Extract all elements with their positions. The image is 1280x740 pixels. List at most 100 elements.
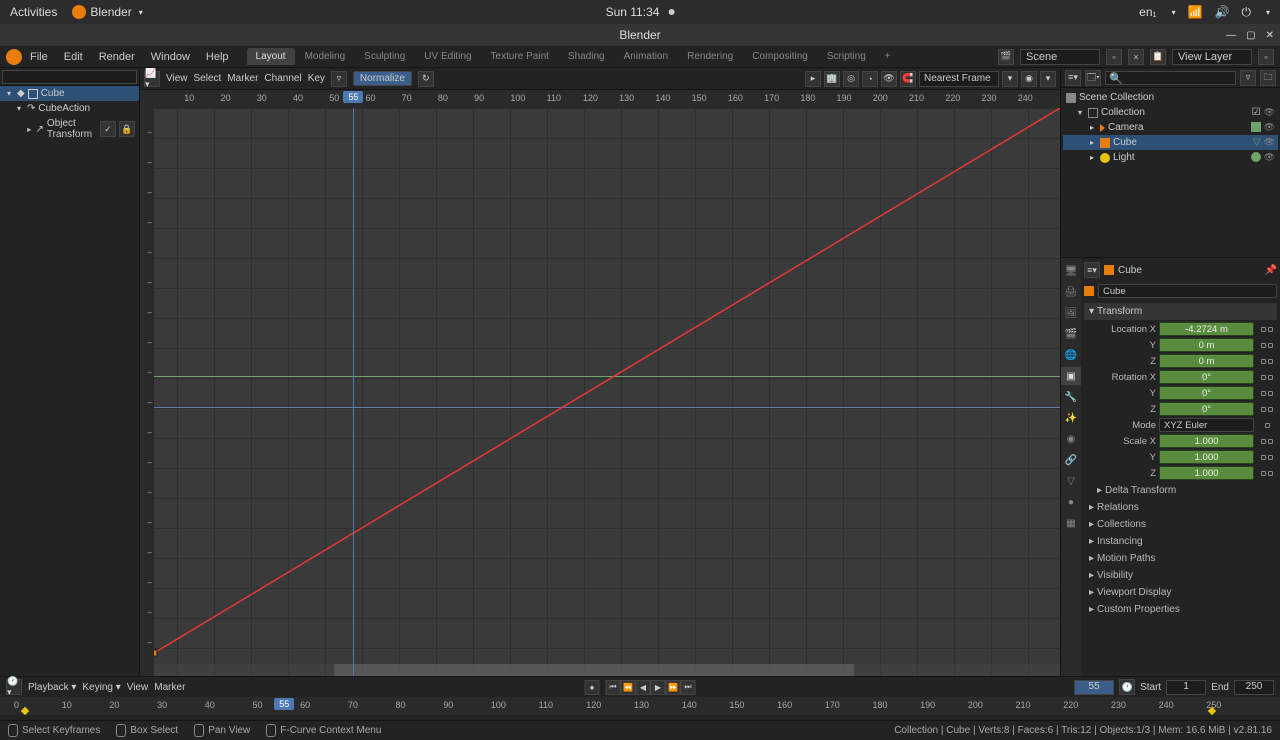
playhead-line[interactable] — [353, 108, 354, 676]
panel-collections[interactable]: ▸Collections — [1084, 516, 1277, 533]
tab-compositing[interactable]: Compositing — [743, 48, 817, 65]
outl-collection[interactable]: ▾Collection ☑👁 — [1063, 105, 1278, 120]
rotation-x-field[interactable]: 0° — [1159, 370, 1254, 384]
rotation-mode-dropdown[interactable]: XYZ Euler — [1159, 418, 1254, 432]
autokey-button[interactable]: ● — [585, 680, 600, 695]
network-icon[interactable]: 📶 — [1188, 5, 1203, 19]
outl-scene-collection[interactable]: Scene Collection — [1063, 90, 1278, 105]
minimize-button[interactable]: — — [1226, 30, 1236, 41]
clock[interactable]: Sun 11:34 — [606, 5, 675, 19]
rotation-z-field[interactable]: 0° — [1159, 402, 1254, 416]
activities-button[interactable]: Activities — [10, 5, 57, 19]
jump-end-button[interactable]: ⏭ — [681, 680, 696, 695]
prop-tab-world[interactable]: 🌐 — [1061, 346, 1081, 364]
proportional-edit-icon[interactable]: ◉ — [1021, 71, 1037, 87]
tab-layout[interactable]: Layout — [247, 48, 295, 65]
tab-uvediting[interactable]: UV Editing — [415, 48, 480, 65]
close-button[interactable]: ✕ — [1266, 30, 1274, 41]
location-y-field[interactable]: 0 m — [1159, 338, 1254, 352]
tab-rendering[interactable]: Rendering — [678, 48, 742, 65]
timeline-keying[interactable]: Keying ▾ — [82, 682, 120, 693]
panel-relations[interactable]: ▸Relations — [1084, 499, 1277, 516]
auto-normalize-button[interactable]: ↻ — [418, 71, 434, 87]
menu-file[interactable]: File — [22, 51, 56, 63]
prop-tab-particle[interactable]: ✨ — [1061, 409, 1081, 427]
play-reverse-button[interactable]: ◀ — [636, 680, 651, 695]
snap-toggle[interactable]: 🧲 — [900, 71, 916, 87]
menu-help[interactable]: Help — [198, 51, 237, 63]
graph-menu-marker[interactable]: Marker — [227, 73, 258, 84]
tab-sculpting[interactable]: Sculpting — [355, 48, 414, 65]
channel-search-input[interactable] — [2, 70, 137, 84]
prop-tab-scene[interactable]: 🎬 — [1061, 325, 1081, 343]
power-icon[interactable]: ⏻ — [1241, 5, 1251, 20]
timeline-view[interactable]: View — [127, 682, 149, 693]
panel-instancing[interactable]: ▸Instancing — [1084, 533, 1277, 550]
channel-action[interactable]: ▾↷ CubeAction — [0, 101, 139, 116]
channel-mute-button[interactable]: ✓ — [100, 121, 116, 137]
graph-menu-view[interactable]: View — [166, 73, 188, 84]
snap-auto-button[interactable]: ▾ — [1002, 71, 1018, 87]
scale-y-field[interactable]: 1.000 — [1159, 450, 1254, 464]
jump-prev-key-button[interactable]: ⏪ — [621, 680, 636, 695]
outliner-display-icon[interactable]: 🗔▾ — [1085, 70, 1101, 86]
jump-next-key-button[interactable]: ⏩ — [666, 680, 681, 695]
viewlayer-new-button[interactable]: ▫ — [1258, 49, 1274, 65]
panel-visibility[interactable]: ▸Visibility — [1084, 567, 1277, 584]
tab-animation[interactable]: Animation — [615, 48, 677, 65]
prop-tab-data[interactable]: ▽ — [1061, 472, 1081, 490]
prop-tab-viewlayer[interactable]: 🖼 — [1061, 304, 1081, 322]
scene-browse-icon[interactable]: 🎬 — [998, 49, 1014, 65]
start-frame-field[interactable]: 1 — [1166, 680, 1206, 695]
prop-tab-render[interactable]: 🖥 — [1061, 262, 1081, 280]
panel-transform[interactable]: ▾Transform — [1084, 303, 1277, 320]
panel-motion-paths[interactable]: ▸Motion Paths — [1084, 550, 1277, 567]
filter-icon[interactable]: ▿ — [331, 71, 347, 87]
scroll-handle[interactable] — [334, 664, 854, 676]
timeline-playback[interactable]: Playback ▾ — [28, 682, 76, 693]
play-button[interactable]: ▶ — [651, 680, 666, 695]
tab-add[interactable]: + — [876, 48, 900, 65]
panel-delta-transform[interactable]: ▸Delta Transform — [1084, 482, 1277, 499]
prop-tab-physics[interactable]: ◉ — [1061, 430, 1081, 448]
end-frame-field[interactable]: 250 — [1234, 680, 1274, 695]
graph-menu-channel[interactable]: Channel — [264, 73, 301, 84]
volume-icon[interactable]: 🔊 — [1215, 5, 1230, 19]
current-frame-marker[interactable]: 55 — [343, 91, 363, 103]
snap-icon[interactable]: 🏢 — [824, 71, 840, 87]
viewlayer-browse-icon[interactable]: 📋 — [1150, 49, 1166, 65]
menu-edit[interactable]: Edit — [56, 51, 91, 63]
falloff-icon[interactable]: ▾ — [1040, 71, 1056, 87]
rotation-y-field[interactable]: 0° — [1159, 386, 1254, 400]
prop-breadcrumb[interactable]: Cube — [1118, 265, 1142, 276]
pivot-icon[interactable]: ▸ — [805, 71, 821, 87]
maximize-button[interactable]: ▢ — [1246, 30, 1255, 41]
show-hidden-icon[interactable]: 👁 — [881, 71, 897, 87]
viewlayer-field[interactable]: View Layer — [1172, 49, 1252, 65]
menu-window[interactable]: Window — [143, 51, 198, 63]
normalize-toggle[interactable]: Normalize — [353, 71, 412, 86]
location-z-field[interactable]: 0 m — [1159, 354, 1254, 368]
channel-transform[interactable]: ▸↗ Object Transform ✓ 🔒 — [0, 116, 139, 142]
prop-editor-type-icon[interactable]: ≡▾ — [1084, 262, 1100, 278]
scene-new-button[interactable]: ▫ — [1106, 49, 1122, 65]
snap-mode-dropdown[interactable]: Nearest Frame — [919, 71, 999, 87]
menu-render[interactable]: Render — [91, 51, 143, 63]
prop-tab-modifier[interactable]: 🔧 — [1061, 388, 1081, 406]
prop-tab-object[interactable]: ▣ — [1061, 367, 1081, 385]
proportional-icon[interactable]: ◎ — [843, 71, 859, 87]
prop-tab-output[interactable]: 🖨 — [1061, 283, 1081, 301]
scale-z-field[interactable]: 1.000 — [1159, 466, 1254, 480]
outliner-new-collection-icon[interactable]: 🗀 — [1260, 70, 1276, 86]
channel-lock-button[interactable]: 🔒 — [119, 121, 135, 137]
location-x-field[interactable]: -4.2724 m — [1159, 322, 1254, 336]
lang-indicator[interactable]: en₁ — [1139, 5, 1156, 19]
object-name-field[interactable]: Cube — [1098, 284, 1277, 298]
outl-cube[interactable]: ▸Cube ▽👁 — [1063, 135, 1278, 150]
graph-frame-ruler[interactable]: 1020304050556070809010011012013014015016… — [140, 90, 1060, 108]
prop-tab-texture[interactable]: ▦ — [1061, 514, 1081, 532]
outl-light[interactable]: ▸Light 👁 — [1063, 150, 1278, 165]
tab-scripting[interactable]: Scripting — [818, 48, 875, 65]
jump-start-button[interactable]: ⏮ — [606, 680, 621, 695]
timeline-type-icon[interactable]: 🕐▾ — [6, 679, 22, 695]
